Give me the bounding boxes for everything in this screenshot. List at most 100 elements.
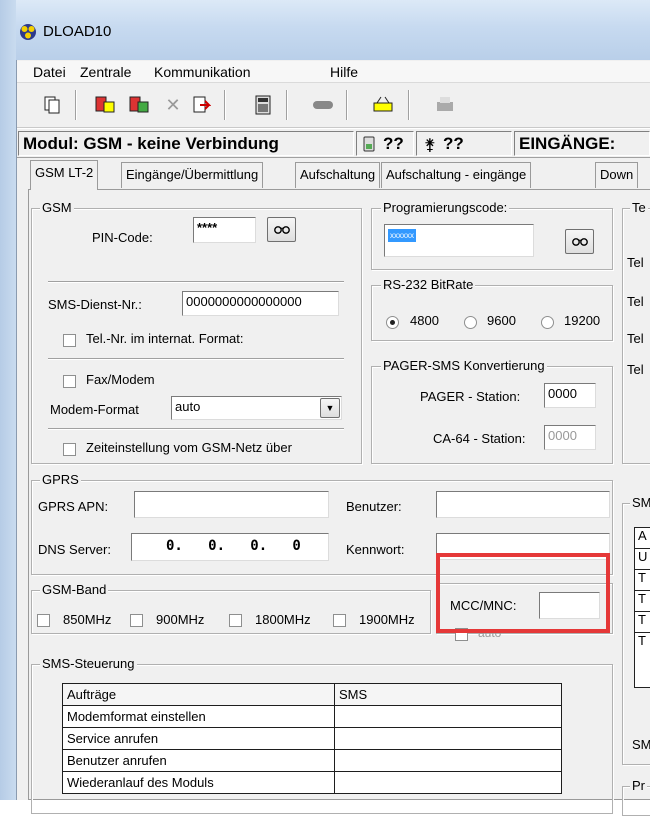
intl-format-label: Tel.-Nr. im internat. Format: (86, 331, 244, 346)
modem-format-select[interactable]: auto (171, 396, 342, 420)
glasses-icon (571, 234, 589, 249)
table-row[interactable]: Wiederanlauf des Moduls (62, 771, 562, 794)
menu-zentrale[interactable]: Zentrale (80, 64, 131, 80)
gprs-legend: GPRS (40, 472, 81, 487)
glasses-icon (273, 222, 291, 237)
table-cell: Benutzer anrufen (62, 749, 335, 772)
sms-cell[interactable] (334, 749, 562, 772)
table-cell: Modemformat einstellen (62, 705, 335, 728)
band-900-checkbox[interactable] (130, 614, 143, 627)
modem-icon[interactable] (370, 92, 396, 118)
band-850-label: 850MHz (63, 612, 112, 627)
rate-4800-label: 4800 (410, 313, 439, 328)
window-frame-left (0, 0, 16, 800)
table-row[interactable]: Service anrufen (62, 727, 562, 750)
list-item: T (635, 591, 650, 612)
menu-datei[interactable]: Datei (33, 64, 66, 80)
tab-down[interactable]: Down (595, 162, 639, 188)
chevron-down-icon[interactable]: ▼ (320, 398, 340, 418)
separator (48, 281, 344, 283)
sms-cell[interactable] (334, 727, 562, 750)
sms-steuerung-legend: SMS-Steuerung (40, 656, 137, 671)
sms-control-table: Aufträge SMS Modemformat einstellen Serv… (62, 683, 562, 794)
separator (48, 358, 344, 360)
fax-modem-checkbox[interactable] (63, 375, 76, 388)
sms-service-label: SMS-Dienst-Nr.: (48, 297, 142, 312)
menu-kommunikation[interactable]: Kommunikation (154, 64, 251, 80)
pr-legend: Pr (630, 778, 647, 793)
antenna-icon: ⚵ (424, 137, 436, 154)
list-item: A (635, 528, 650, 549)
column-header-sms: SMS (334, 683, 562, 706)
pin-input[interactable]: **** (193, 217, 256, 243)
sms-control-grid: Aufträge SMS Modemformat einstellen Serv… (62, 683, 562, 794)
gprs-apn-input[interactable] (134, 491, 329, 518)
phone-signal-icon (363, 136, 375, 155)
list-item: T (635, 570, 650, 591)
pager-station-input[interactable]: 0000 (544, 383, 596, 408)
intl-format-checkbox[interactable] (63, 334, 76, 347)
tab-aufschaltung[interactable]: Aufschaltung (295, 162, 381, 188)
toolbar-separator (75, 90, 77, 120)
gprs-user-input[interactable] (436, 491, 610, 518)
tab-gsm-lt2[interactable]: GSM LT-2 (30, 160, 99, 190)
rate-19200-label: 19200 (564, 313, 601, 328)
delete-icon[interactable]: ✕ (160, 92, 186, 118)
reveal-pin-button[interactable] (267, 217, 296, 242)
gsm-time-checkbox[interactable] (63, 443, 76, 456)
band-1900-label: 1900MHz (359, 612, 415, 627)
toolbar-separator (408, 90, 410, 120)
export-icon[interactable] (188, 92, 214, 118)
tel-label: Tel (627, 362, 644, 377)
gsm-legend: GSM (40, 200, 74, 215)
list-item: T (638, 633, 646, 648)
rate-4800-radio[interactable] (386, 316, 399, 329)
table-row[interactable]: Modemformat einstellen (62, 705, 562, 728)
app-logo-icon[interactable] (19, 23, 37, 41)
gprs-user-label: Benutzer: (346, 499, 402, 514)
tel-legend: Te (630, 200, 648, 215)
gprs-password-label: Kennwort: (346, 542, 405, 557)
list-item: U (635, 549, 650, 570)
toolbar-separator (286, 90, 288, 120)
reveal-code-button[interactable] (565, 229, 594, 254)
band-850-checkbox[interactable] (37, 614, 50, 627)
column-header-orders: Aufträge (62, 683, 335, 706)
rate-9600-radio[interactable] (464, 316, 477, 329)
ca64-station-input[interactable]: 0000 (544, 425, 596, 450)
tel-label: Tel (627, 294, 644, 309)
dns-server-label: DNS Server: (38, 542, 111, 557)
copy-pages-icon[interactable] (40, 92, 66, 118)
tel-label: Tel (627, 255, 644, 270)
modem-format-label: Modem-Format (50, 402, 139, 417)
prog-code-input[interactable]: xxxxxx (384, 224, 534, 257)
sms-cell[interactable] (334, 705, 562, 728)
prog-code-value: xxxxxx (388, 229, 416, 242)
toolbar-separator (224, 90, 226, 120)
prog-code-legend: Programierungscode: (381, 200, 510, 215)
dns-server-input[interactable]: 0. 0. 0. 0 (131, 533, 329, 561)
band-900-label: 900MHz (156, 612, 205, 627)
window-title: DLOAD10 (43, 23, 112, 40)
print-icon[interactable] (432, 92, 458, 118)
tab-eingaenge[interactable]: Eingänge/Übermittlung (121, 162, 264, 188)
rate-19200-radio[interactable] (541, 316, 554, 329)
tab-aufschaltung-eingaenge[interactable]: Aufschaltung - eingänge (381, 162, 532, 188)
table-header-row: Aufträge SMS (62, 683, 562, 706)
band-1900-checkbox[interactable] (333, 614, 346, 627)
table-cell: Service anrufen (62, 727, 335, 750)
gprs-apn-label: GPRS APN: (38, 499, 109, 514)
toolbar-separator (346, 90, 348, 120)
write-icon[interactable] (126, 92, 152, 118)
sms-right-list: A U T T T T (634, 527, 650, 688)
table-row[interactable]: Benutzer anrufen (62, 749, 562, 772)
band-1800-checkbox[interactable] (229, 614, 242, 627)
separator (48, 428, 344, 430)
sms-service-input[interactable]: 0000000000000000 (182, 291, 339, 316)
menu-hilfe[interactable]: Hilfe (330, 64, 358, 80)
connect-icon[interactable] (310, 92, 336, 118)
sms-cell[interactable] (334, 771, 562, 794)
table-cell: Wiederanlauf des Moduls (62, 771, 335, 794)
read-icon[interactable] (92, 92, 118, 118)
calculator-icon[interactable] (250, 92, 276, 118)
